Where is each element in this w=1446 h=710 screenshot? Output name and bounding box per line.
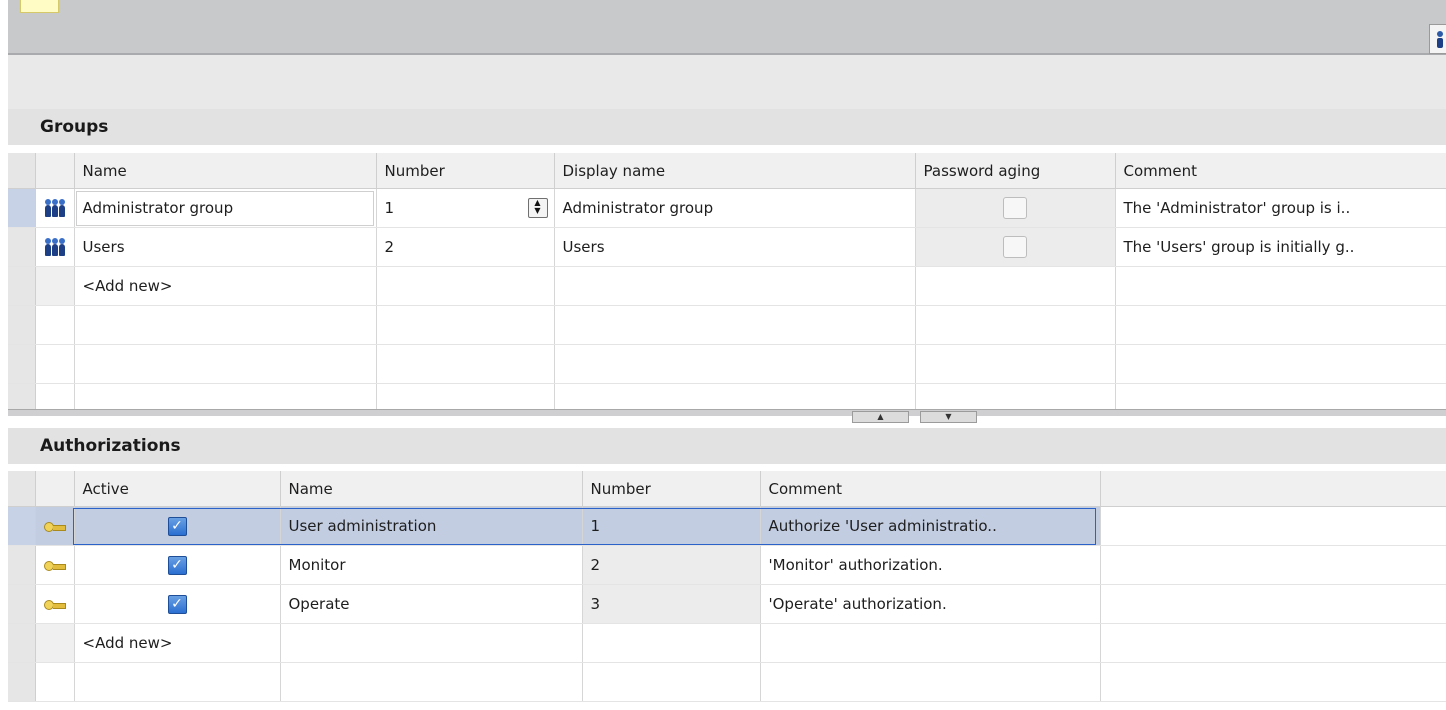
empty-icon-cell xyxy=(35,623,75,663)
table-row[interactable]: Users 2 Users The 'Users' group is initi… xyxy=(8,227,1446,267)
column-header-display-name[interactable]: Display name xyxy=(554,153,916,189)
toolbar-band xyxy=(8,55,1446,109)
icon-column-header xyxy=(35,153,75,189)
authorization-number-cell[interactable]: 2 xyxy=(582,545,761,585)
row-selector-header xyxy=(8,153,36,189)
key-icon xyxy=(35,584,75,624)
authorization-comment-cell[interactable]: 'Monitor' authorization. xyxy=(760,545,1101,585)
column-header-password-aging[interactable]: Password aging xyxy=(915,153,1116,189)
group-number-cell[interactable]: 1 ▲ ▼ xyxy=(376,188,555,228)
column-header-number[interactable]: Number xyxy=(376,153,555,189)
empty-row xyxy=(8,662,1446,702)
add-new-group[interactable]: <Add new> xyxy=(74,266,377,306)
group-name-cell[interactable]: Users xyxy=(74,227,377,267)
empty-cell xyxy=(1100,584,1446,624)
active-cell[interactable]: ✓ xyxy=(74,506,281,546)
empty-cell xyxy=(376,266,555,306)
password-aging-checkbox[interactable] xyxy=(1003,197,1027,219)
empty-cell xyxy=(760,623,1101,663)
empty-cell xyxy=(1115,266,1446,306)
add-new-authorization[interactable]: <Add new> xyxy=(74,623,281,663)
authorization-name-cell[interactable]: User administration xyxy=(280,506,583,546)
table-row[interactable]: ✓ User administration 1 Authorize 'User … xyxy=(8,506,1446,546)
column-header-comment[interactable]: Comment xyxy=(760,471,1101,507)
empty-cell xyxy=(582,623,761,663)
column-header-number[interactable]: Number xyxy=(582,471,761,507)
password-aging-checkbox[interactable] xyxy=(1003,236,1027,258)
groups-title: Groups xyxy=(40,117,109,137)
column-header-name[interactable]: Name xyxy=(74,153,377,189)
authorization-comment-cell[interactable]: 'Operate' authorization. xyxy=(760,584,1101,624)
table-row[interactable]: ✓ Operate 3 'Operate' authorization. xyxy=(8,584,1446,624)
groups-table: Name Number Display name Password aging … xyxy=(8,153,1446,410)
number-spinner[interactable]: ▲ ▼ xyxy=(527,198,548,218)
empty-row xyxy=(8,383,1446,410)
group-number-cell[interactable]: 2 xyxy=(376,227,555,267)
add-new-row[interactable]: <Add new> xyxy=(8,623,1446,663)
group-display-name-cell[interactable]: Administrator group xyxy=(554,188,916,228)
active-checkbox[interactable]: ✓ xyxy=(167,594,187,614)
row-selector[interactable] xyxy=(8,227,36,267)
note-tab[interactable] xyxy=(20,0,59,13)
group-icon xyxy=(35,188,75,228)
key-icon xyxy=(35,506,75,546)
authorization-comment-cell[interactable]: Authorize 'User administratio.. xyxy=(760,506,1101,546)
authorizations-table: Active Name Number Comment ✓ User admini… xyxy=(8,471,1446,702)
active-cell[interactable]: ✓ xyxy=(74,545,281,585)
row-selector-header xyxy=(8,471,36,507)
empty-cell xyxy=(554,266,916,306)
active-checkbox[interactable]: ✓ xyxy=(167,555,187,575)
arrow-down-icon[interactable]: ▼ xyxy=(920,411,977,423)
top-toolbar xyxy=(8,0,1446,55)
column-header-active[interactable]: Active xyxy=(74,471,281,507)
password-aging-cell[interactable] xyxy=(915,188,1116,228)
row-selector[interactable] xyxy=(8,506,36,546)
row-selector[interactable] xyxy=(8,584,36,624)
empty-cell xyxy=(1100,623,1446,663)
pane-splitter[interactable] xyxy=(8,409,1446,416)
empty-row xyxy=(8,305,1446,345)
row-selector[interactable] xyxy=(8,266,36,306)
empty-cell xyxy=(280,623,583,663)
group-number-value: 1 xyxy=(384,199,395,217)
table-row[interactable]: ✓ Monitor 2 'Monitor' authorization. xyxy=(8,545,1446,585)
icon-column-header xyxy=(35,471,75,507)
empty-cell xyxy=(915,266,1116,306)
group-icon xyxy=(35,227,75,267)
authorization-name-cell[interactable]: Operate xyxy=(280,584,583,624)
row-selector[interactable] xyxy=(8,545,36,585)
active-checkbox[interactable]: ✓ xyxy=(167,516,187,536)
column-header-empty xyxy=(1100,471,1446,507)
authorization-number-cell[interactable]: 3 xyxy=(582,584,761,624)
empty-cell xyxy=(1100,545,1446,585)
password-aging-cell[interactable] xyxy=(915,227,1116,267)
authorizations-title: Authorizations xyxy=(40,436,181,456)
empty-icon-cell xyxy=(35,266,75,306)
authorizations-header: Authorizations xyxy=(8,428,1446,464)
row-selector[interactable] xyxy=(8,623,36,663)
group-name-cell[interactable]: Administrator group xyxy=(74,188,377,228)
arrow-up-icon[interactable]: ▲ xyxy=(852,411,909,423)
group-comment-cell[interactable]: The 'Administrator' group is i.. xyxy=(1115,188,1446,228)
group-comment-cell[interactable]: The 'Users' group is initially g.. xyxy=(1115,227,1446,267)
column-header-comment[interactable]: Comment xyxy=(1115,153,1446,189)
authorization-number-cell[interactable]: 1 xyxy=(582,506,761,546)
empty-cell xyxy=(1100,506,1446,546)
column-header-name[interactable]: Name xyxy=(280,471,583,507)
key-icon xyxy=(35,545,75,585)
add-new-row[interactable]: <Add new> xyxy=(8,266,1446,306)
table-row[interactable]: Administrator group 1 ▲ ▼ Administrator g… xyxy=(8,188,1446,228)
user-icon[interactable] xyxy=(1429,24,1446,54)
empty-row xyxy=(8,344,1446,384)
groups-header: Groups xyxy=(8,109,1446,145)
group-display-name-cell[interactable]: Users xyxy=(554,227,916,267)
row-selector[interactable] xyxy=(8,188,36,228)
active-cell[interactable]: ✓ xyxy=(74,584,281,624)
authorization-name-cell[interactable]: Monitor xyxy=(280,545,583,585)
